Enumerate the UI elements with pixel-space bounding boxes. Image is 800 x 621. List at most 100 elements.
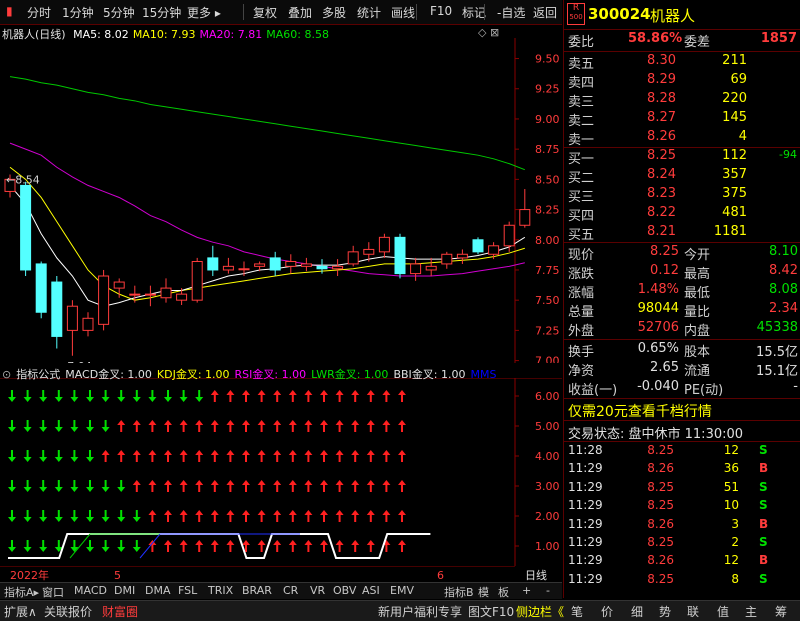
signal-up-arrow [320,480,328,492]
indicator-menu-icon: ⊙ [2,368,12,381]
stat-label: 外盘 [568,324,595,339]
signal-up-arrow [398,510,406,522]
signal-up-arrow [320,540,328,552]
toolbar-menu-icon[interactable]: ▮ [6,4,13,18]
panel-tab-3[interactable]: 势 [659,603,671,620]
indicator-chart[interactable]: 6.00 5.00 4.00 3.00 2.00 1.00 [0,378,562,566]
promo-link[interactable]: 仅需20元查看千档行情 [568,401,712,421]
low-price-label: ←7.04 [58,360,92,363]
indicator-tab-6[interactable]: TRIX [208,584,233,597]
signal-down-arrow [39,480,48,492]
toolbar-item-2[interactable]: 5分钟 [103,4,135,21]
toolbar-item-1[interactable]: 1分钟 [62,4,94,21]
signal-down-arrow [8,510,16,522]
toolbar-item-11[interactable]: 标记 [462,4,486,21]
indicator-tab-11[interactable]: ASI [362,584,380,597]
tick-time: 11:29 [568,535,603,549]
signal-down-arrow [179,390,188,402]
status-mid-0[interactable]: 新用户福利专享 [378,603,462,620]
signal-down-arrow [39,450,48,462]
indicator-tab-12[interactable]: EMV [390,584,414,597]
toolbar-item-12[interactable]: -自选 [497,4,525,21]
indicator-tab-right-1[interactable]: 模 [478,584,489,600]
ask-volume: 69 [730,72,747,87]
signal-up-arrow [117,450,126,462]
toolbar-item-4[interactable]: 更多 ▸ [187,4,221,21]
candle-body [144,293,156,296]
signal-up-arrow [320,510,328,522]
panel-tab-2[interactable]: 细 [631,603,643,620]
signal-up-arrow [132,420,141,432]
signal-up-arrow [288,480,297,492]
signal-up-arrow [179,450,188,462]
indicator-y-label: 2.00 [535,510,560,523]
toolbar-item-5[interactable]: 复权 [253,4,277,21]
tick-row: 11:29 8.26 36 B [564,461,800,479]
toolbar-item-10[interactable]: F10 [430,4,452,18]
indicator-tab-right-3[interactable]: + [522,584,531,597]
bid-row: 买四 8.22 481 [564,205,800,224]
indicator-tab-0[interactable]: 指标A▸ [4,584,39,600]
status-left-0[interactable]: 扩展∧ [4,603,37,620]
signal-up-arrow [273,480,282,492]
signal-down-arrow [86,510,94,522]
indicator-tab-9[interactable]: VR [310,584,325,597]
panel-tab-0[interactable]: 笔 [571,603,583,620]
tick-time: 11:29 [568,553,603,568]
indicator-tab-3[interactable]: DMI [114,584,135,597]
signal-up-arrow [366,450,375,462]
signal-up-arrow [148,510,157,522]
tick-volume: 36 [723,461,739,476]
ma5-line [9,185,526,307]
indicator-tab-right-0[interactable]: 指标B [444,584,474,600]
toolbar-item-6[interactable]: 叠加 [288,4,312,21]
toolbar-item-13[interactable]: 返回 [533,4,557,21]
signal-down-arrow [132,510,141,522]
panel-tab-7[interactable]: 筹 [775,603,787,620]
bid-label: 买二 [568,171,595,186]
toolbar-item-8[interactable]: 统计 [357,4,381,21]
panel-tab-5[interactable]: 值 [717,603,729,620]
toolbar-divider [484,4,485,20]
indicator-tab-1[interactable]: 窗口 [42,584,64,600]
x-tick-label: 2022年 [10,568,49,582]
indicator-tab-10[interactable]: OBV [333,584,356,597]
signal-down-arrow [86,540,94,552]
status-mid-2[interactable]: 侧边栏《 [516,603,564,620]
candlestick-chart[interactable]: 9.50 9.25 9.00 8.75 8.50 8.25 8.00 7.75 7.50 7.25… [0,38,562,363]
indicator-tab-2[interactable]: MACD [74,584,107,597]
ask-row: 卖四 8.29 69 [564,72,800,91]
panel-tab-1[interactable]: 价 [601,603,613,620]
toolbar-item-7[interactable]: 多股 [322,4,346,21]
tick-price: 8.25 [647,479,674,494]
status-mid-1[interactable]: 图文F10 [468,603,514,620]
indicator-tab-8[interactable]: CR [283,584,298,597]
bid-price: 8.22 [647,205,676,220]
signal-down-arrow [86,450,94,462]
indicator-tab-right-2[interactable]: 板 [498,584,509,600]
stat-label-2: PE(动) [684,383,724,398]
signal-up-arrow [148,420,157,432]
signal-down-arrow [70,390,79,402]
toolbar-item-0[interactable]: 分时 [27,4,51,21]
indicator-tab-7[interactable]: BRAR [242,584,272,597]
indicator-tab-right-4[interactable]: - [546,584,550,597]
tick-volume: 2 [731,535,739,549]
rzrq-badge: R 500 [567,3,585,25]
toolbar-item-9[interactable]: 画线 [391,4,415,21]
panel-tab-4[interactable]: 联 [687,603,699,620]
indicator-tab-4[interactable]: DMA [145,584,171,597]
status-left-2[interactable]: 财富圈 [102,603,138,620]
stat-label: 总量 [568,305,595,320]
stock-name: 机器人 [650,7,696,25]
toolbar-item-3[interactable]: 15分钟 [142,4,181,21]
status-left-1[interactable]: 关联报价 [44,603,92,620]
candle-body [113,281,125,289]
signal-down-arrow [54,510,63,522]
signal-up-arrow [351,390,360,402]
order-ratio-row: 委比 58.86% 委差 1857 [568,31,797,50]
panel-tab-6[interactable]: 主 [745,603,757,620]
signal-down-arrow [86,420,94,432]
indicator-tab-5[interactable]: FSL [178,584,197,597]
lwr-signal-line [69,533,180,559]
